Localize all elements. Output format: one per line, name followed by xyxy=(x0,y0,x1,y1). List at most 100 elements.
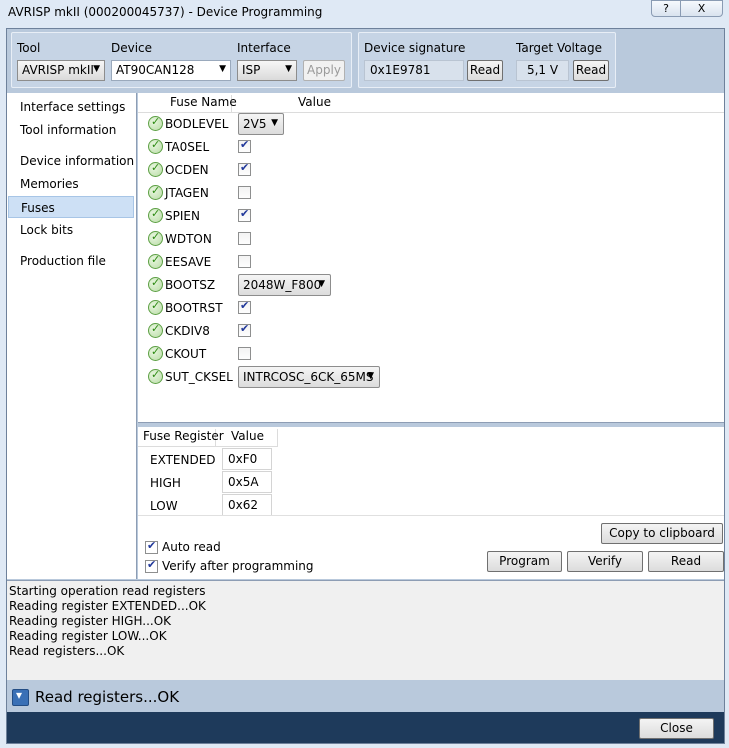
jtagen-checkbox[interactable] xyxy=(238,186,251,199)
program-button[interactable]: Program xyxy=(487,551,562,572)
ckdiv8-checkbox[interactable] xyxy=(238,322,251,337)
dialog-body: Tool AVRISP mkII ▼ Device AT90CAN128 ▼ I… xyxy=(6,28,725,744)
log-line: Reading register LOW...OK xyxy=(9,629,167,643)
register-value-low[interactable]: 0x62 xyxy=(222,494,272,516)
verify-after-programming-label: Verify after programming xyxy=(162,559,314,573)
sidebar-item-lock-bits[interactable]: Lock bits xyxy=(8,219,134,241)
tool-label: Tool xyxy=(17,41,41,55)
log-line: Read registers...OK xyxy=(9,644,125,658)
ok-check-icon xyxy=(148,276,163,292)
column-header-fuse-register[interactable]: Fuse Register xyxy=(138,429,224,447)
fuse-row-ckout: CKOUT xyxy=(138,343,724,366)
log-output[interactable]: Starting operation read registers Readin… xyxy=(7,580,724,680)
wdton-checkbox[interactable] xyxy=(238,232,251,245)
title-bar: AVRISP mkII (000200045737) - Device Prog… xyxy=(0,0,729,28)
fuse-name: BOOTRST xyxy=(165,301,223,315)
bootsz-select[interactable]: 2048W_F800 ▼ xyxy=(238,274,331,296)
register-value-extended[interactable]: 0xF0 xyxy=(222,448,272,470)
ckout-checkbox[interactable] xyxy=(238,347,251,360)
status-bar: Read registers...OK xyxy=(7,682,724,712)
fuse-row-bootrst: BOOTRST xyxy=(138,297,724,320)
ok-check-icon xyxy=(148,115,163,131)
log-line: Starting operation read registers xyxy=(9,584,206,598)
ok-check-icon xyxy=(148,138,163,154)
bodlevel-select[interactable]: 2V5 ▼ xyxy=(238,113,284,135)
fuse-name: CKDIV8 xyxy=(165,324,210,338)
sut-cksel-select[interactable]: INTRCOSC_6CK_65MS ▼ xyxy=(238,366,380,388)
chevron-down-icon: ▼ xyxy=(318,279,325,289)
read-voltage-button[interactable]: Read xyxy=(573,60,609,81)
fuse-row-jtagen: JTAGEN xyxy=(138,182,724,205)
register-value-high[interactable]: 0x5A xyxy=(222,471,272,493)
fuse-row-wdton: WDTON xyxy=(138,228,724,251)
ta0sel-checkbox[interactable] xyxy=(238,138,251,153)
fuse-row-ocden: OCDEN xyxy=(138,159,724,182)
register-name-low: LOW xyxy=(150,499,178,513)
read-signature-button[interactable]: Read xyxy=(467,60,503,81)
help-button[interactable]: ? xyxy=(651,0,681,17)
verify-button[interactable]: Verify xyxy=(567,551,643,572)
fuse-name: SUT_CKSEL xyxy=(165,370,233,384)
auto-read-checkbox[interactable] xyxy=(145,539,158,554)
column-header-fuse-name[interactable]: Fuse Name xyxy=(138,95,237,113)
column-header-value[interactable]: Value xyxy=(232,95,724,113)
chevron-down-icon: ▼ xyxy=(367,371,374,381)
interface-label: Interface xyxy=(237,41,291,55)
tool-select[interactable]: AVRISP mkII ▼ xyxy=(17,60,105,81)
sidebar-item-tool-information[interactable]: Tool information xyxy=(8,119,134,141)
device-label: Device xyxy=(111,41,153,55)
eesave-checkbox[interactable] xyxy=(238,255,251,268)
device-select-value: AT90CAN128 xyxy=(116,63,195,77)
ok-check-icon xyxy=(148,345,163,361)
sidebar-item-interface-settings[interactable]: Interface settings xyxy=(8,96,134,118)
interface-select[interactable]: ISP ▼ xyxy=(237,60,297,81)
device-select[interactable]: AT90CAN128 ▼ xyxy=(111,60,231,81)
bootrst-checkbox[interactable] xyxy=(238,299,251,314)
fuse-register-pane: Fuse Register Value EXTENDED 0xF0 HIGH 0… xyxy=(138,427,724,579)
fuse-name: SPIEN xyxy=(165,209,200,223)
window-close-button[interactable]: X xyxy=(680,0,723,17)
ok-check-icon xyxy=(148,253,163,269)
window-title: AVRISP mkII (000200045737) - Device Prog… xyxy=(8,5,323,19)
read-button[interactable]: Read xyxy=(648,551,724,572)
chevron-down-icon: ▼ xyxy=(285,64,292,74)
fuse-name: OCDEN xyxy=(165,163,209,177)
tool-device-group: Tool AVRISP mkII ▼ Device AT90CAN128 ▼ I… xyxy=(11,32,352,88)
connection-toolbar: Tool AVRISP mkII ▼ Device AT90CAN128 ▼ I… xyxy=(7,29,724,92)
ok-check-icon xyxy=(148,184,163,200)
spien-checkbox[interactable] xyxy=(238,207,251,222)
ok-check-icon xyxy=(148,230,163,246)
verify-after-programming-checkbox[interactable] xyxy=(145,558,158,573)
column-header-register-value[interactable]: Value xyxy=(216,429,278,447)
help-icon: ? xyxy=(663,2,669,15)
ok-check-icon xyxy=(148,161,163,177)
ok-check-icon xyxy=(148,322,163,338)
register-name-extended: EXTENDED xyxy=(150,453,216,467)
apply-button[interactable]: Apply xyxy=(303,60,345,81)
target-voltage-label: Target Voltage xyxy=(516,41,602,55)
fuse-row-ta0sel: TA0SEL xyxy=(138,136,724,159)
ok-check-icon xyxy=(148,368,163,384)
chevron-down-icon: ▼ xyxy=(219,64,226,74)
fuse-row-sut-cksel: SUT_CKSEL INTRCOSC_6CK_65MS ▼ xyxy=(138,366,724,389)
fuse-name: CKOUT xyxy=(165,347,207,361)
close-button[interactable]: Close xyxy=(639,718,714,739)
expand-log-icon[interactable] xyxy=(12,688,29,706)
bootsz-select-value: 2048W_F800 xyxy=(243,278,322,292)
sidebar-item-device-information[interactable]: Device information xyxy=(8,150,134,172)
fuse-row-bootsz: BOOTSZ 2048W_F800 ▼ xyxy=(138,274,724,297)
tool-select-value: AVRISP mkII xyxy=(22,63,94,77)
auto-read-label: Auto read xyxy=(162,540,221,554)
sut-cksel-select-value: INTRCOSC_6CK_65MS xyxy=(243,370,374,384)
fuse-name: BOOTSZ xyxy=(165,278,216,292)
ocden-checkbox[interactable] xyxy=(238,161,251,176)
sidebar-item-memories[interactable]: Memories xyxy=(8,173,134,195)
device-signature-value: 0x1E9781 xyxy=(364,60,464,81)
sidebar-item-production-file[interactable]: Production file xyxy=(8,250,134,272)
sidebar-item-fuses[interactable]: Fuses xyxy=(8,196,134,218)
chevron-down-icon: ▼ xyxy=(93,64,100,74)
fuse-name: JTAGEN xyxy=(165,186,209,200)
copy-to-clipboard-button[interactable]: Copy to clipboard xyxy=(601,523,723,544)
fuse-name: TA0SEL xyxy=(165,140,210,154)
fuse-name: EESAVE xyxy=(165,255,212,269)
